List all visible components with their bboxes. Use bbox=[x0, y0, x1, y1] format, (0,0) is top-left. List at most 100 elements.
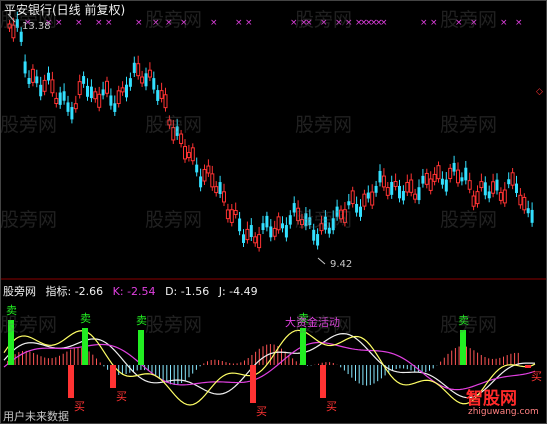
brand-url: zhiguwang.com bbox=[468, 407, 539, 417]
d-value: D: -1.56 bbox=[165, 285, 210, 298]
candle bbox=[417, 179, 421, 205]
candle bbox=[440, 171, 444, 189]
candle bbox=[288, 210, 292, 229]
candle bbox=[398, 179, 401, 203]
candle bbox=[409, 173, 414, 197]
candle bbox=[186, 144, 191, 162]
candle bbox=[507, 172, 511, 189]
stock-title: 平安银行(日线 前复权) bbox=[4, 3, 126, 17]
buy-signal-bar bbox=[68, 365, 74, 398]
candle bbox=[253, 232, 258, 247]
candle bbox=[456, 162, 460, 187]
candle bbox=[281, 216, 284, 233]
candle bbox=[242, 229, 245, 247]
watermark-text: 股旁网 bbox=[145, 114, 203, 136]
caption: 用户未来数据 bbox=[3, 410, 69, 423]
watermark-text: 股旁网 bbox=[440, 314, 498, 336]
candle bbox=[479, 173, 484, 192]
watermark-text: 股旁网 bbox=[0, 114, 58, 136]
candle bbox=[82, 71, 86, 88]
candle bbox=[101, 81, 105, 100]
cross-mark: × bbox=[235, 18, 243, 28]
candle bbox=[401, 185, 405, 205]
brand-logo-text: 智股网 bbox=[466, 389, 517, 409]
candle bbox=[460, 172, 464, 186]
candle bbox=[467, 172, 472, 194]
sell-signal-bar bbox=[82, 328, 88, 365]
candle bbox=[47, 66, 50, 85]
candle bbox=[421, 168, 425, 188]
candle bbox=[89, 79, 93, 103]
candle bbox=[378, 164, 382, 187]
candle bbox=[183, 139, 187, 163]
candle bbox=[495, 173, 499, 195]
cross-mark: × bbox=[420, 18, 428, 28]
cross-mark: × bbox=[515, 18, 523, 28]
candle bbox=[526, 200, 530, 218]
candle bbox=[218, 175, 222, 199]
candle bbox=[498, 187, 503, 205]
cross-mark: × bbox=[500, 18, 508, 28]
k-value: K: -2.54 bbox=[112, 285, 156, 298]
buy-signal-bar bbox=[250, 365, 256, 403]
cross-mark: × bbox=[430, 18, 438, 28]
candle bbox=[222, 183, 226, 206]
indicator-header: 股旁网 指标: -2.66 K: -2.54 D: -1.56 J: -4.49 bbox=[3, 283, 264, 299]
buy-signal-bar bbox=[320, 365, 326, 398]
candle bbox=[502, 182, 507, 207]
candle bbox=[105, 76, 109, 98]
buy-signal-label: 买 bbox=[326, 400, 337, 413]
candle bbox=[405, 174, 410, 196]
buy-signal-label: 买 bbox=[74, 400, 85, 413]
watermark-text: 股旁网 bbox=[0, 209, 58, 231]
candle bbox=[464, 160, 468, 185]
buy-signal-label: 买 bbox=[116, 390, 127, 403]
candle bbox=[109, 88, 113, 110]
candle bbox=[23, 54, 27, 78]
candle bbox=[229, 204, 234, 227]
candle bbox=[249, 218, 253, 241]
candle bbox=[152, 71, 156, 94]
candle bbox=[355, 196, 359, 217]
candle bbox=[366, 185, 370, 203]
candle bbox=[147, 62, 152, 82]
candle bbox=[136, 55, 141, 80]
candle bbox=[50, 71, 55, 97]
candle bbox=[522, 193, 527, 214]
candle bbox=[436, 161, 441, 183]
candle bbox=[393, 173, 398, 191]
candle bbox=[444, 172, 448, 196]
j-value: J: -4.49 bbox=[218, 285, 258, 298]
candle bbox=[156, 84, 160, 105]
candle bbox=[199, 168, 203, 192]
candle bbox=[73, 95, 78, 113]
watermark-text: 股旁网 bbox=[440, 209, 498, 231]
candle bbox=[385, 182, 390, 200]
candle bbox=[530, 202, 534, 227]
cross-mark: × bbox=[95, 18, 103, 28]
candle bbox=[225, 203, 230, 223]
candle bbox=[362, 189, 367, 211]
candle bbox=[195, 157, 199, 177]
candle bbox=[276, 212, 281, 234]
candle bbox=[261, 215, 265, 235]
candle bbox=[93, 87, 98, 103]
low-price-label: 9.42 bbox=[330, 259, 353, 270]
candle bbox=[515, 175, 518, 198]
watermark-text: 股旁网 bbox=[295, 9, 353, 31]
candle bbox=[432, 167, 437, 186]
candle bbox=[381, 168, 386, 191]
candle bbox=[452, 155, 456, 176]
candle bbox=[510, 168, 515, 190]
watermark-text: 股旁网 bbox=[440, 114, 498, 136]
candle bbox=[70, 101, 74, 124]
candle bbox=[190, 143, 195, 165]
candle bbox=[132, 56, 136, 77]
cross-mark: × bbox=[75, 18, 83, 28]
candle bbox=[128, 72, 132, 91]
candle bbox=[163, 87, 168, 112]
candle bbox=[30, 64, 35, 87]
candle bbox=[448, 163, 453, 183]
watermark-text: 股旁网 bbox=[295, 314, 353, 336]
watermark-text: 股旁网 bbox=[0, 314, 58, 336]
